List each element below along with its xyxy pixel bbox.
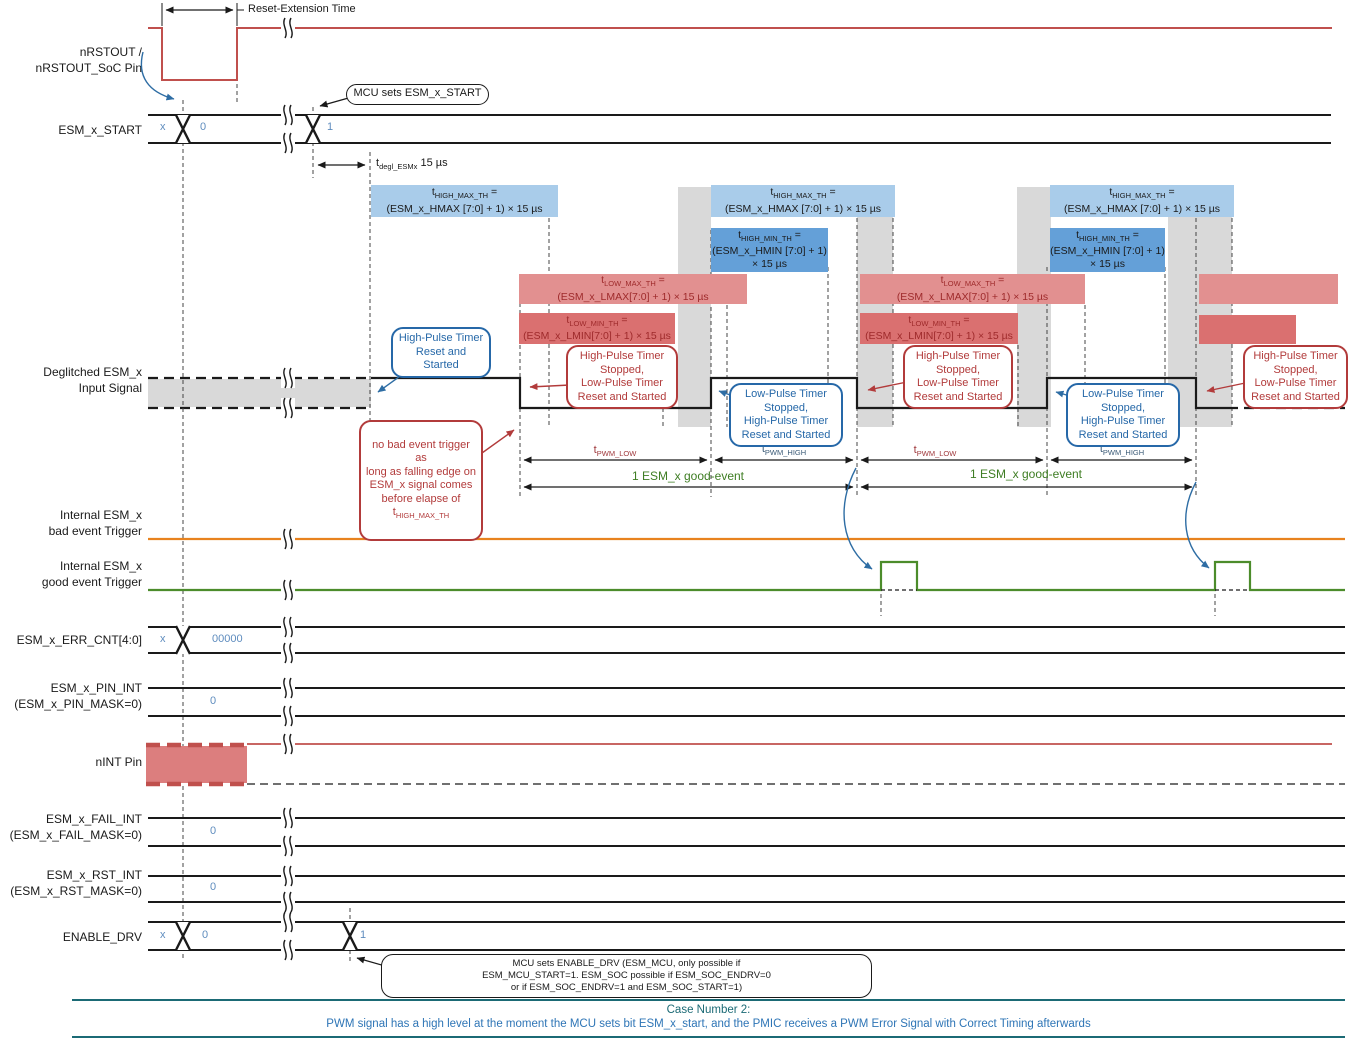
t-low-min-th-box-1: tLOW_MIN_TH = (ESM_x_LMIN[7:0] + 1) × 15… [519, 313, 675, 344]
good-event-label-2: 1 ESM_x good-event [926, 467, 1126, 481]
t-low-max-th-box-1: tLOW_MAX_TH = (ESM_x_LMAX[7:0] + 1) × 15… [519, 274, 747, 304]
deglitched-uncertain-region [148, 378, 371, 408]
t-pwm-low-label-1: tPWM_LOW [565, 444, 665, 458]
reset-extension-label: Reset-Extension Time [248, 3, 356, 15]
footer-rule-top [72, 999, 1345, 1001]
low-pulse-stopped-callout-2: Low-Pulse Timer Stopped, High-Pulse Time… [1066, 383, 1180, 447]
case-description: PWM signal has a high level at the momen… [72, 1018, 1345, 1030]
low-pulse-stopped-callout-1: Low-Pulse Timer Stopped, High-Pulse Time… [729, 383, 843, 447]
footer-rule-bottom [72, 1036, 1345, 1038]
t-low-min-th-box-2: tLOW_MIN_TH = (ESM_x_LMIN[7:0] + 1) × 15… [860, 313, 1018, 344]
t-low-min-th-box-3 [1199, 315, 1296, 344]
rst-int-rails [148, 876, 1345, 902]
diagram-lines-layer [0, 0, 1349, 1041]
enable-drv-rails [148, 922, 1345, 950]
bus-transition-icons [176, 115, 357, 950]
good-event-line [148, 562, 1345, 590]
pin-int-rails [148, 688, 1345, 716]
t-low-max-th-box-3 [1199, 274, 1338, 304]
fail-int-rails [148, 818, 1345, 846]
t-high-min-th-box-2: tHIGH_MIN_TH = (ESM_x_HMIN [7:0] + 1) × … [1050, 228, 1165, 272]
mcu-sets-enable-drv-note: MCU sets ENABLE_DRV (ESM_MCU, only possi… [381, 954, 872, 998]
t-pwm-low-label-2: tPWM_LOW [885, 444, 985, 458]
t-high-min-th-box-1: tHIGH_MIN_TH = (ESM_x_HMIN [7:0] + 1) × … [711, 228, 828, 272]
case-title: Case Number 2: [72, 1004, 1345, 1016]
high-pulse-reset-callout: High-Pulse Timer Reset and Started [391, 327, 491, 378]
t-high-max-th-box-3: tHIGH_MAX_TH = (ESM_x_HMAX [7:0] + 1) × … [1050, 185, 1234, 217]
good-event-label-1: 1 ESM_x good-event [588, 469, 788, 483]
t-low-max-th-box-2: tLOW_MAX_TH = (ESM_x_LMAX[7:0] + 1) × 15… [860, 274, 1085, 304]
t-high-max-th-box-1: tHIGH_MAX_TH = (ESM_x_HMAX [7:0] + 1) × … [371, 185, 558, 217]
dashed-guides [183, 28, 1232, 962]
timing-diagram: nRSTOUT / nRSTOUT_SoC Pin ESM_x_START De… [0, 0, 1349, 1041]
t-high-max-th-box-2: tHIGH_MAX_TH = (ESM_x_HMAX [7:0] + 1) × … [711, 185, 895, 217]
mcu-sets-start-callout: MCU sets ESM_x_START [346, 84, 489, 105]
high-pulse-stopped-callout-2: High-Pulse Timer Stopped, Low-Pulse Time… [903, 345, 1013, 409]
err-cnt-rails [148, 627, 1345, 653]
t-degl-label: tdegl_ESMx 15 µs [376, 157, 448, 171]
esm-start-rails [148, 115, 1331, 143]
high-pulse-stopped-callout-3: High-Pulse Timer Stopped, Low-Pulse Time… [1243, 345, 1348, 409]
no-bad-event-callout: no bad event trigger as long as falling … [359, 420, 483, 541]
nint-waveform [146, 744, 1345, 784]
break-icons [281, 18, 295, 960]
high-pulse-stopped-callout-1: High-Pulse Timer Stopped, Low-Pulse Time… [566, 345, 678, 409]
